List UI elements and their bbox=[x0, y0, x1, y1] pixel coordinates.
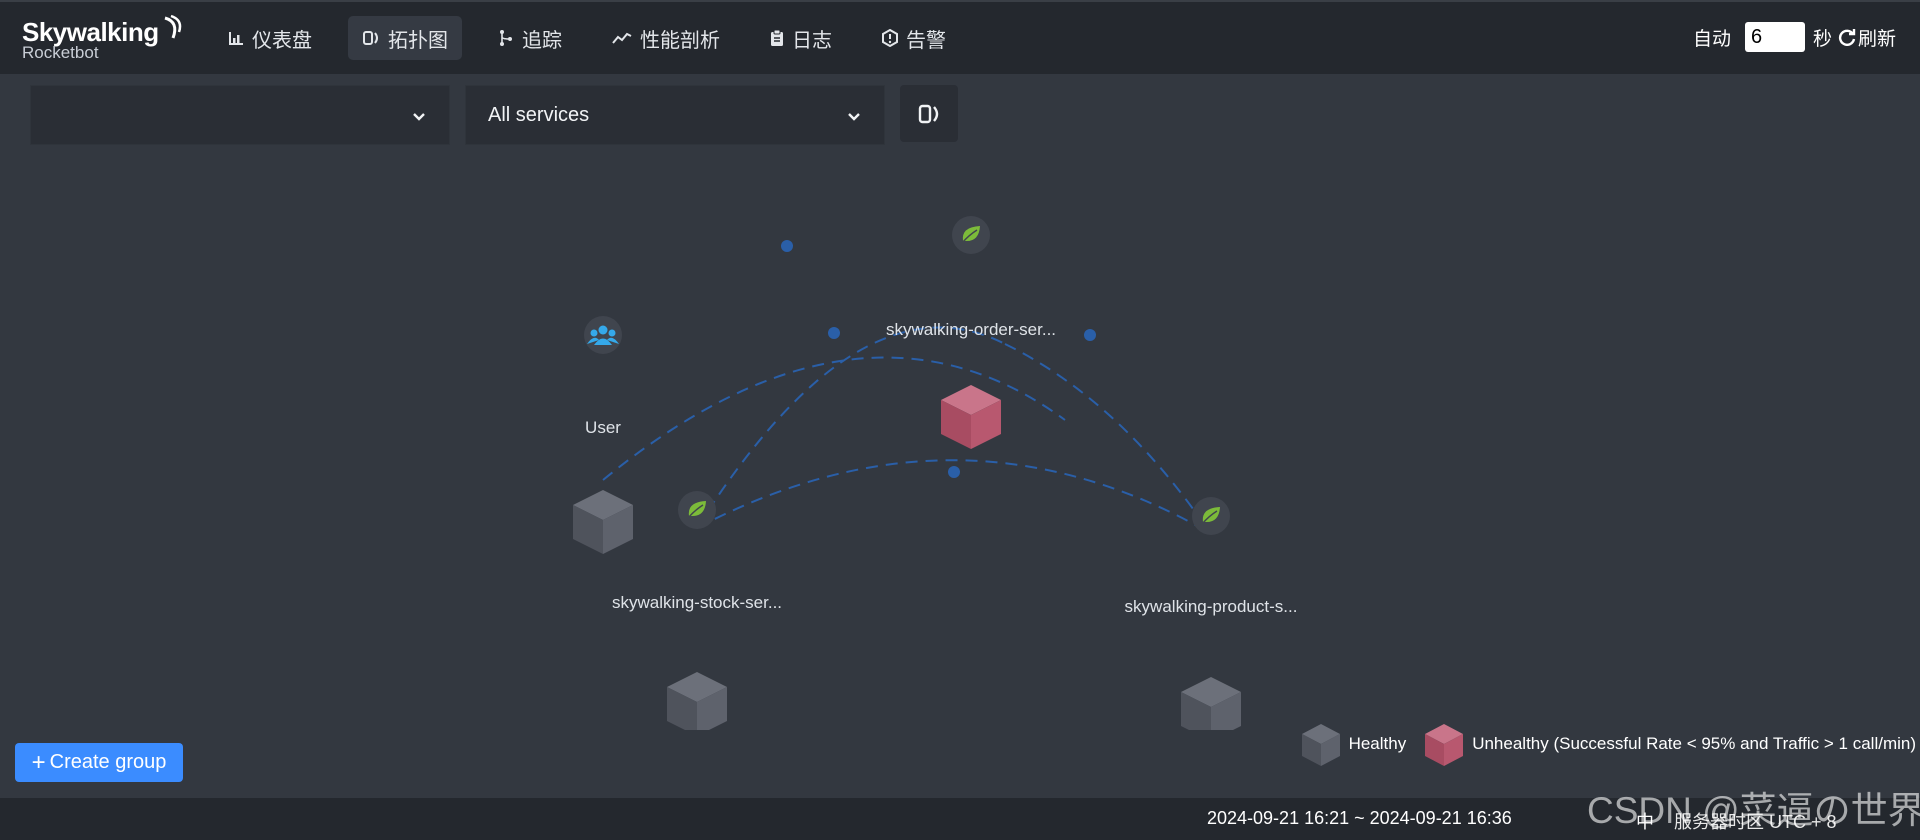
log-icon bbox=[771, 29, 783, 46]
topology-graph bbox=[573, 215, 1241, 741]
service-select-value: All services bbox=[488, 103, 590, 126]
node-label-stock[interactable]: skywalking-stock-ser... bbox=[612, 593, 782, 613]
refresh-icon bbox=[1838, 29, 1856, 46]
edge-midpoint[interactable] bbox=[948, 466, 960, 478]
spring-leaf-icon bbox=[1191, 496, 1231, 536]
spring-leaf-icon bbox=[677, 490, 717, 530]
edge-midpoint[interactable] bbox=[1084, 329, 1096, 341]
topology-icon bbox=[363, 31, 378, 45]
nav-item-profile[interactable]: 性能剖析 bbox=[598, 16, 734, 60]
chevron-down-icon bbox=[848, 113, 860, 121]
nav-label: 拓扑图 bbox=[388, 29, 448, 52]
main-nav: 仪表盘 拓扑图 追踪 性能剖析 日志 告警 bbox=[214, 16, 982, 60]
edge-midpoint[interactable] bbox=[781, 240, 793, 252]
refresh-button[interactable]: 刷新 bbox=[1838, 24, 1896, 51]
brand-name: Skywalking bbox=[22, 17, 159, 47]
legend-unhealthy: Unhealthy (Successful Rate < 95% and Tra… bbox=[1424, 722, 1916, 766]
topology-legend: Healthy Unhealthy (Successful Rate < 95%… bbox=[1283, 722, 1916, 766]
auto-refresh-control: 自动 秒 刷新 bbox=[1693, 22, 1896, 52]
edge-order-to-product[interactable] bbox=[1004, 343, 1211, 534]
skywalking-logo[interactable]: Skywalking Rocketbot bbox=[22, 14, 183, 62]
topology-view-button[interactable] bbox=[900, 85, 958, 142]
nav-label: 性能剖析 bbox=[640, 29, 720, 52]
top-nav-bar: Skywalking Rocketbot 仪表盘 拓扑图 追踪 性能剖析 日志 … bbox=[0, 0, 1920, 74]
trace-icon bbox=[500, 30, 512, 46]
edge-midpoint[interactable] bbox=[828, 327, 840, 339]
logo-wave-icon bbox=[164, 14, 181, 39]
profile-icon bbox=[612, 32, 632, 44]
nav-item-alarm[interactable]: 告警 bbox=[868, 16, 960, 60]
refresh-label: 刷新 bbox=[1857, 28, 1896, 50]
nav-label: 日志 bbox=[792, 29, 832, 52]
unhealthy-cube-icon bbox=[1425, 724, 1464, 766]
healthy-cube-icon bbox=[1301, 724, 1340, 766]
nav-item-trace[interactable]: 追踪 bbox=[484, 16, 576, 60]
legend-healthy: Healthy bbox=[1301, 722, 1407, 766]
nav-label: 告警 bbox=[906, 29, 946, 52]
auto-label[interactable]: 自动 bbox=[1693, 24, 1731, 51]
legend-healthy-label: Healthy bbox=[1348, 734, 1407, 753]
node-label-user[interactable]: User bbox=[585, 418, 621, 438]
create-group-label: Create group bbox=[49, 751, 167, 773]
nav-item-log[interactable]: 日志 bbox=[756, 16, 846, 60]
chart-icon bbox=[229, 32, 243, 45]
chevron-down-icon bbox=[413, 113, 425, 121]
time-range[interactable]: 2024-09-21 16:21 ~ 2024-09-21 16:36 bbox=[1207, 808, 1512, 829]
create-group-button[interactable]: + Create group bbox=[15, 743, 183, 782]
node-label-order[interactable]: skywalking-order-ser... bbox=[886, 320, 1056, 340]
nav-label: 追踪 bbox=[522, 29, 562, 52]
group-select[interactable] bbox=[30, 85, 450, 145]
service-select[interactable]: All services bbox=[465, 85, 885, 145]
plus-icon: + bbox=[31, 748, 46, 776]
topology-canvas: User skywalking-order-ser... skywalking-… bbox=[0, 150, 1920, 741]
spring-leaf-icon bbox=[951, 215, 991, 255]
interval-unit: 秒 bbox=[1812, 28, 1832, 50]
node-label-product[interactable]: skywalking-product-s... bbox=[1125, 597, 1298, 617]
alarm-icon bbox=[882, 29, 898, 47]
legend-unhealthy-label: Unhealthy (Successful Rate < 95% and Tra… bbox=[1472, 734, 1916, 753]
nav-item-dashboard[interactable]: 仪表盘 bbox=[214, 16, 326, 60]
csdn-watermark: CSDN @菜逼の世界 bbox=[1587, 790, 1920, 831]
refresh-interval-input[interactable] bbox=[1744, 22, 1805, 52]
nav-item-topology[interactable]: 拓扑图 bbox=[348, 16, 462, 60]
topology-icon bbox=[918, 104, 939, 123]
nav-label: 仪表盘 bbox=[252, 29, 312, 52]
